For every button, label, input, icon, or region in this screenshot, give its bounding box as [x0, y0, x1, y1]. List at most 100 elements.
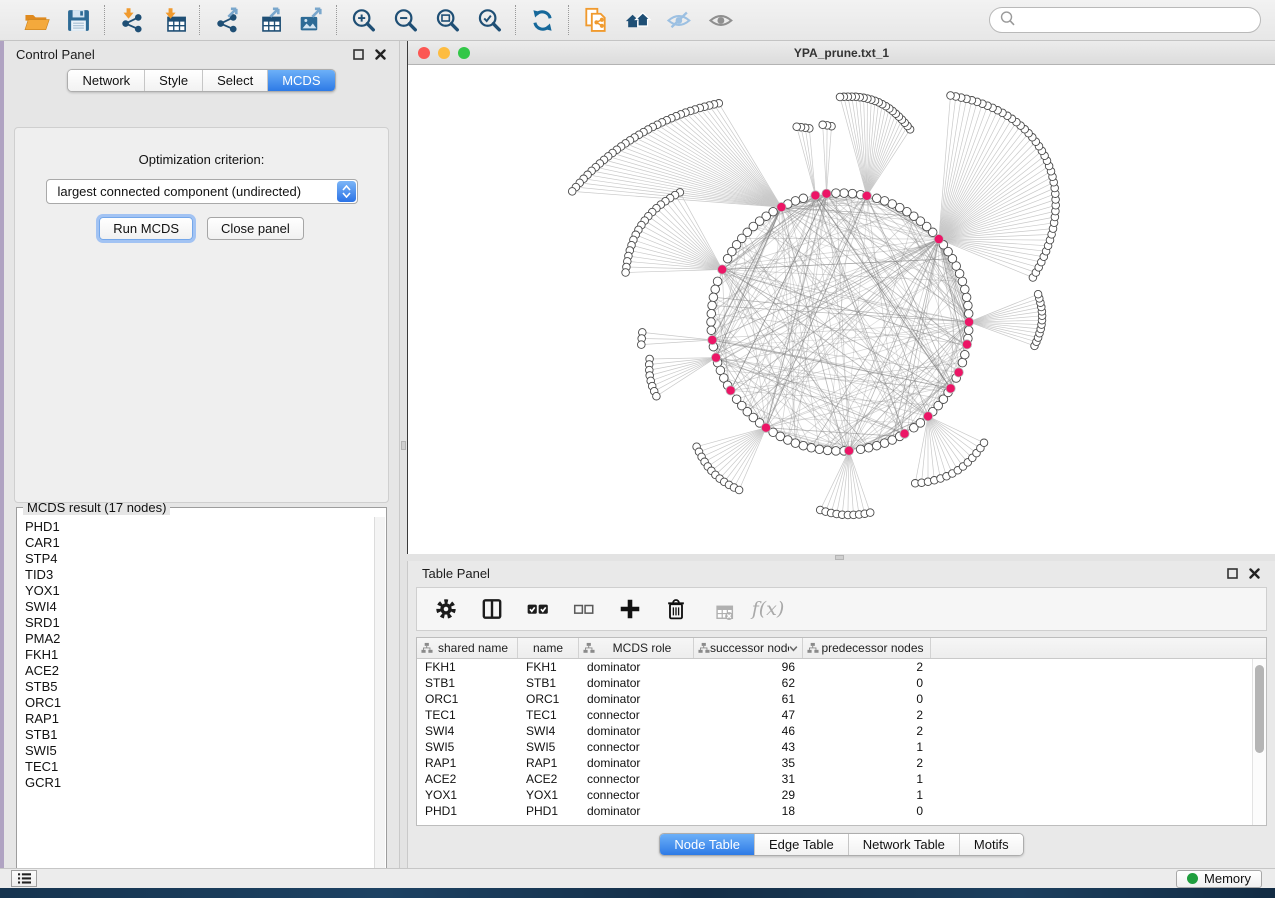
task-history-button[interactable]	[11, 870, 37, 887]
table-row[interactable]: SWI5SWI5connector431	[417, 739, 1252, 755]
show-all-icon[interactable]	[706, 5, 736, 35]
import-table-icon[interactable]	[158, 5, 188, 35]
add-column-icon[interactable]	[617, 596, 643, 622]
network-graph[interactable]	[408, 65, 1274, 553]
column-header-predecessor-nodes[interactable]: predecessor nodes	[803, 638, 931, 658]
column-header-successor-nodes[interactable]: successor nodes	[694, 638, 803, 658]
table-row[interactable]: RAP1RAP1dominator352	[417, 755, 1252, 771]
search-box[interactable]	[989, 7, 1261, 33]
mcds-result-node[interactable]: STP4	[25, 551, 374, 567]
cell-predecessor-nodes[interactable]: 1	[803, 788, 931, 802]
cell-MCDS-role[interactable]: dominator	[579, 724, 694, 738]
mcds-result-node[interactable]: ACE2	[25, 663, 374, 679]
cell-name[interactable]: ACE2	[518, 772, 579, 786]
cell-shared-name[interactable]: SWI4	[417, 724, 518, 738]
cell-name[interactable]: YOX1	[518, 788, 579, 802]
cell-shared-name[interactable]: RAP1	[417, 756, 518, 770]
cell-successor-nodes[interactable]: 43	[694, 740, 803, 754]
optimization-criterion-select[interactable]: largest connected component (undirected)	[46, 179, 358, 204]
cell-name[interactable]: SWI5	[518, 740, 579, 754]
close-panel-button[interactable]: Close panel	[207, 217, 304, 240]
cell-MCDS-role[interactable]: dominator	[579, 804, 694, 818]
cell-successor-nodes[interactable]: 29	[694, 788, 803, 802]
cell-name[interactable]: FKH1	[518, 660, 579, 674]
cell-name[interactable]: STB1	[518, 676, 579, 690]
zoom-fit-icon[interactable]	[432, 5, 462, 35]
sort-chevron-icon[interactable]	[789, 645, 798, 652]
cell-successor-nodes[interactable]: 46	[694, 724, 803, 738]
tab-style[interactable]: Style	[144, 70, 202, 91]
cell-shared-name[interactable]: PHD1	[417, 804, 518, 818]
mcds-result-scrollbar[interactable]	[374, 517, 385, 877]
mcds-result-node[interactable]: FKH1	[25, 647, 374, 663]
zoom-in-icon[interactable]	[348, 5, 378, 35]
cell-name[interactable]: ORC1	[518, 692, 579, 706]
cell-shared-name[interactable]: SWI5	[417, 740, 518, 754]
mcds-result-node[interactable]: STB5	[25, 679, 374, 695]
cell-shared-name[interactable]: ORC1	[417, 692, 518, 706]
run-mcds-button[interactable]: Run MCDS	[99, 217, 193, 240]
cell-name[interactable]: PHD1	[518, 804, 579, 818]
cell-successor-nodes[interactable]: 96	[694, 660, 803, 674]
cell-successor-nodes[interactable]: 18	[694, 804, 803, 818]
import-network-icon[interactable]	[116, 5, 146, 35]
search-input[interactable]	[1020, 13, 1251, 28]
cell-MCDS-role[interactable]: connector	[579, 788, 694, 802]
cell-predecessor-nodes[interactable]: 0	[803, 692, 931, 706]
mcds-result-node[interactable]: TID3	[25, 567, 374, 583]
mcds-result-node[interactable]: SWI5	[25, 743, 374, 759]
cell-successor-nodes[interactable]: 47	[694, 708, 803, 722]
cell-MCDS-role[interactable]: dominator	[579, 756, 694, 770]
cell-predecessor-nodes[interactable]: 1	[803, 772, 931, 786]
horizontal-splitter-grip[interactable]	[835, 555, 844, 560]
mcds-result-node[interactable]: PHD1	[25, 519, 374, 535]
column-header-MCDS-role[interactable]: MCDS role	[579, 638, 694, 658]
open-file-icon[interactable]	[21, 5, 51, 35]
export-network-icon[interactable]	[211, 5, 241, 35]
cell-predecessor-nodes[interactable]: 2	[803, 660, 931, 674]
maximize-window-icon[interactable]	[458, 47, 470, 59]
cell-predecessor-nodes[interactable]: 1	[803, 740, 931, 754]
tab-motifs[interactable]: Motifs	[959, 834, 1023, 855]
tab-network-table[interactable]: Network Table	[848, 834, 959, 855]
minimize-window-icon[interactable]	[438, 47, 450, 59]
table-options-gear-icon[interactable]	[433, 596, 459, 622]
tab-node-table[interactable]: Node Table	[660, 834, 754, 855]
table-row[interactable]: ACE2ACE2connector311	[417, 771, 1252, 787]
table-row[interactable]: SWI4SWI4dominator462	[417, 723, 1252, 739]
refresh-view-icon[interactable]	[527, 5, 557, 35]
column-header-name[interactable]: name	[518, 638, 579, 658]
select-all-rows-icon[interactable]	[525, 596, 551, 622]
cell-predecessor-nodes[interactable]: 0	[803, 804, 931, 818]
table-row[interactable]: YOX1YOX1connector291	[417, 787, 1252, 803]
float-panel-icon[interactable]	[352, 48, 365, 61]
mcds-result-node[interactable]: STB1	[25, 727, 374, 743]
save-session-icon[interactable]	[63, 5, 93, 35]
mcds-result-node[interactable]: SWI4	[25, 599, 374, 615]
network-canvas[interactable]	[408, 65, 1275, 553]
cell-MCDS-role[interactable]: dominator	[579, 692, 694, 706]
cell-predecessor-nodes[interactable]: 2	[803, 724, 931, 738]
cell-successor-nodes[interactable]: 35	[694, 756, 803, 770]
table-row[interactable]: FKH1FKH1dominator962	[417, 659, 1252, 675]
network-window-titlebar[interactable]: YPA_prune.txt_1	[408, 41, 1275, 65]
cell-MCDS-role[interactable]: connector	[579, 740, 694, 754]
cell-predecessor-nodes[interactable]: 2	[803, 756, 931, 770]
hide-selected-icon[interactable]	[664, 5, 694, 35]
duplicate-network-icon[interactable]	[580, 5, 610, 35]
mcds-result-node[interactable]: TEC1	[25, 759, 374, 775]
close-window-icon[interactable]	[418, 47, 430, 59]
tab-mcds[interactable]: MCDS	[267, 70, 334, 91]
cell-shared-name[interactable]: STB1	[417, 676, 518, 690]
deselect-all-rows-icon[interactable]	[571, 596, 597, 622]
mcds-result-node[interactable]: RAP1	[25, 711, 374, 727]
mcds-result-node[interactable]: SRD1	[25, 615, 374, 631]
mcds-result-list[interactable]: PHD1CAR1STP4TID3YOX1SWI4SRD1PMA2FKH1ACE2…	[18, 517, 374, 877]
mcds-result-node[interactable]: GCR1	[25, 775, 374, 791]
column-header-shared-name[interactable]: shared name	[417, 638, 518, 658]
cell-MCDS-role[interactable]: dominator	[579, 660, 694, 674]
cell-shared-name[interactable]: YOX1	[417, 788, 518, 802]
mcds-result-node[interactable]: ORC1	[25, 695, 374, 711]
cell-shared-name[interactable]: ACE2	[417, 772, 518, 786]
cell-name[interactable]: TEC1	[518, 708, 579, 722]
